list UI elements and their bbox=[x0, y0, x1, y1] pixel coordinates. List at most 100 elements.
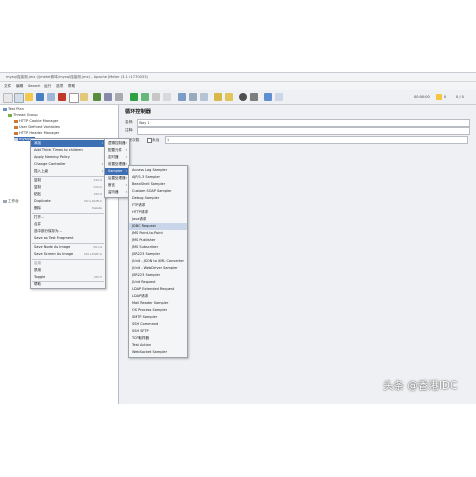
sampler-item[interactable]: LDAP Extended Request bbox=[129, 286, 187, 293]
tree-item-workbench[interactable]: 工作台 bbox=[3, 199, 19, 204]
expand-icon[interactable] bbox=[93, 93, 101, 101]
toolbar: 00:00:00 0 0 / 0 bbox=[0, 91, 476, 105]
sampler-item[interactable]: FTP请求 bbox=[129, 202, 187, 209]
menu-item-delete[interactable]: 删除 Delete bbox=[31, 205, 105, 212]
copy-icon[interactable] bbox=[69, 93, 79, 103]
menu-item-toggle[interactable]: Toggle Ctrl-T bbox=[31, 274, 105, 281]
menu-options[interactable]: 选项 bbox=[56, 84, 63, 89]
toggle-icon[interactable] bbox=[115, 93, 123, 101]
menu-item-save-node-image[interactable]: Save Node As Image Ctrl-G bbox=[31, 244, 105, 251]
remote-exit-icon[interactable] bbox=[200, 93, 208, 101]
submenu-timer[interactable]: 定时器 bbox=[105, 154, 129, 161]
submenu-post-processor[interactable]: 后置处理器 bbox=[105, 175, 129, 182]
start-icon[interactable] bbox=[130, 93, 138, 101]
sampler-item[interactable]: JMS Subscriber bbox=[129, 244, 187, 251]
tree-item-thread-group[interactable]: Thread Group bbox=[8, 113, 38, 117]
sampler-item[interactable]: Mail Reader Sampler bbox=[129, 300, 187, 307]
remote-stop-icon[interactable] bbox=[189, 93, 197, 101]
menu-item-change-controller[interactable]: Change Controller bbox=[31, 161, 105, 168]
collapse-icon[interactable] bbox=[104, 93, 112, 101]
submenu-logic-controller[interactable]: 逻辑控制器 bbox=[105, 140, 129, 147]
sampler-item[interactable]: JUnit Request bbox=[129, 279, 187, 286]
sampler-item[interactable]: HTTP请求 bbox=[129, 209, 187, 216]
clear-icon[interactable] bbox=[214, 93, 222, 101]
comment-field[interactable] bbox=[137, 127, 470, 135]
sampler-item[interactable]: JMS Publisher bbox=[129, 237, 187, 244]
reset-search-icon[interactable] bbox=[250, 93, 258, 101]
sampler-item[interactable]: JDBC Request bbox=[129, 223, 187, 230]
menu-item-naming-policy[interactable]: Apply Naming Policy bbox=[31, 154, 105, 161]
start-no-pause-icon[interactable] bbox=[141, 93, 149, 101]
submenu-sampler[interactable]: Sampler bbox=[105, 168, 129, 175]
sampler-item[interactable]: JUnit - WebDriver Sampler bbox=[129, 265, 187, 272]
menu-item-duplicate[interactable]: Duplicate Ctrl+Shift-C bbox=[31, 198, 105, 205]
menu-item-cut[interactable]: 复制 Ctrl-X bbox=[31, 177, 105, 184]
sampler-item[interactable]: SSH Command bbox=[129, 321, 187, 328]
clear-all-icon[interactable] bbox=[225, 93, 233, 101]
menu-item-think-times[interactable]: Add Think Times to children bbox=[31, 147, 105, 154]
tree-item-cookie-manager[interactable]: HTTP Cookie Manager bbox=[14, 119, 58, 123]
sampler-item[interactable]: JUnit - JSON to XML Converter bbox=[129, 258, 187, 265]
sampler-item[interactable]: JMS Point-to-Point bbox=[129, 230, 187, 237]
submenu-config-element[interactable]: 配置元件 bbox=[105, 147, 129, 154]
sampler-item[interactable]: JSR223 Sampler bbox=[129, 272, 187, 279]
sampler-item-label: OS Process Sampler bbox=[132, 308, 168, 312]
submenu-assertion[interactable]: 断言 bbox=[105, 182, 129, 189]
paste-icon[interactable] bbox=[80, 93, 88, 101]
menu-item-help[interactable]: 帮助 bbox=[31, 281, 105, 288]
sampler-item[interactable]: LDAP请求 bbox=[129, 293, 187, 300]
shutdown-icon[interactable] bbox=[163, 93, 171, 101]
menu-item-copy[interactable]: 复制 Ctrl-C bbox=[31, 184, 105, 191]
sampler-item[interactable]: AJP/1.3 Sampler bbox=[129, 174, 187, 181]
submenu-listener[interactable]: 监听器 bbox=[105, 189, 129, 196]
sampler-item[interactable]: WebSocket Sampler bbox=[129, 349, 187, 356]
sampler-item[interactable]: JSR223 Sampler bbox=[129, 251, 187, 258]
new-icon[interactable] bbox=[3, 93, 13, 103]
search-icon[interactable] bbox=[239, 93, 247, 101]
remote-start-icon[interactable] bbox=[178, 93, 186, 101]
menu-help[interactable]: 帮助 bbox=[68, 84, 75, 89]
sampler-item[interactable]: Java请求 bbox=[129, 216, 187, 223]
open-icon[interactable] bbox=[25, 93, 33, 101]
menu-item-paste[interactable]: 粘贴 Ctrl-V bbox=[31, 191, 105, 198]
menu-item-open[interactable]: 打开... bbox=[31, 214, 105, 221]
menu-item-save-screen-image[interactable]: Save Screen As Image Ctrl+Shift-G bbox=[31, 251, 105, 258]
menu-item-disable[interactable]: 禁用 bbox=[31, 267, 105, 274]
sampler-item[interactable]: Custom SOAP Sampler bbox=[129, 188, 187, 195]
menu-file[interactable]: 文件 bbox=[4, 84, 11, 89]
sampler-item[interactable]: BeanShell Sampler bbox=[129, 181, 187, 188]
sampler-item[interactable]: SMTP Sampler bbox=[129, 314, 187, 321]
sampler-item[interactable]: Debug Sampler bbox=[129, 195, 187, 202]
warning-icon[interactable] bbox=[436, 94, 442, 100]
menu-item-insert-parent[interactable]: 插入上级 bbox=[31, 168, 105, 175]
loop-count-field[interactable]: 1 bbox=[165, 136, 468, 144]
elapsed-time: 00:00:00 bbox=[414, 95, 430, 99]
name-field[interactable]: Way 1 bbox=[137, 119, 470, 127]
tree-item-header-manager[interactable]: HTTP Header Manager bbox=[14, 131, 59, 135]
stop-icon[interactable] bbox=[152, 93, 160, 101]
tree-item-test-plan[interactable]: Test Plan bbox=[3, 107, 24, 111]
menu-edit[interactable]: 编辑 bbox=[16, 84, 23, 89]
help-icon[interactable] bbox=[275, 93, 283, 101]
template-icon[interactable] bbox=[14, 93, 24, 103]
menu-item-save-selection[interactable]: 选中部分保存为... bbox=[31, 228, 105, 235]
submenu-pre-processor[interactable]: 前置处理器 bbox=[105, 161, 129, 168]
function-helper-icon[interactable] bbox=[264, 93, 272, 101]
menu-run[interactable]: 运行 bbox=[44, 84, 51, 89]
sampler-item-label: Access Log Sampler bbox=[132, 168, 168, 172]
menu-item-merge[interactable]: 合并 bbox=[31, 221, 105, 228]
sampler-item[interactable]: SSH SFTP bbox=[129, 328, 187, 335]
sampler-item[interactable]: Test Action bbox=[129, 342, 187, 349]
menu-item-enable[interactable]: 启用 bbox=[31, 260, 105, 267]
menu-search[interactable]: Search bbox=[28, 84, 40, 88]
sampler-item[interactable]: OS Process Sampler bbox=[129, 307, 187, 314]
save-as-icon[interactable] bbox=[47, 93, 55, 101]
tree-item-user-variables[interactable]: User Defined Variables bbox=[14, 125, 60, 129]
sampler-item[interactable]: Access Log Sampler bbox=[129, 167, 187, 174]
title-bar: mysql连接测.jmx (/jmeter脚本/mysql连接测.jmx) - … bbox=[0, 73, 476, 82]
menu-item-save-fragment[interactable]: Save as Test Fragment bbox=[31, 235, 105, 242]
save-icon[interactable] bbox=[36, 93, 44, 101]
menu-item-add[interactable]: 添加 bbox=[31, 140, 105, 147]
cut-icon[interactable] bbox=[58, 93, 66, 101]
sampler-item[interactable]: TCP取样器 bbox=[129, 335, 187, 342]
